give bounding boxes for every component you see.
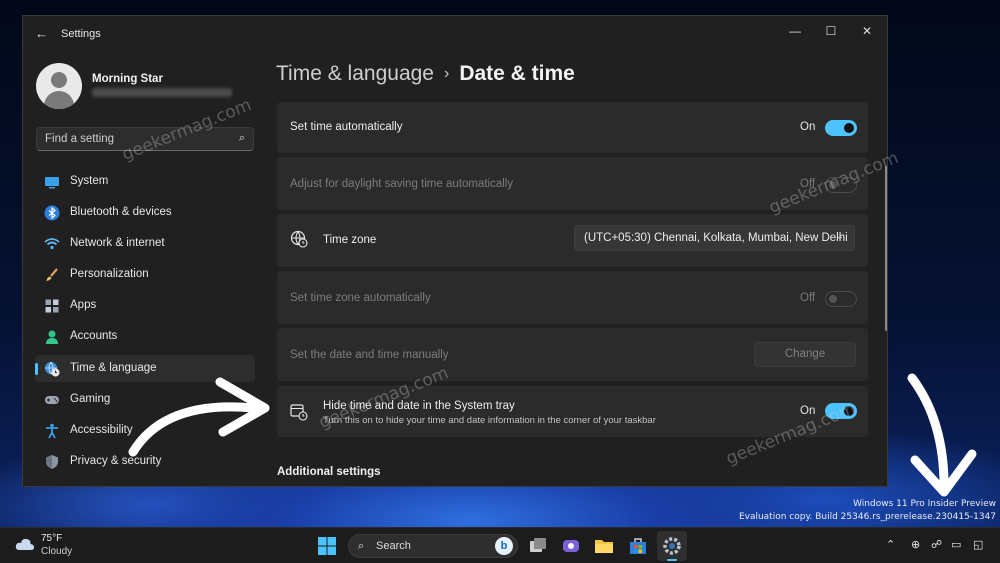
sidebar-item-bluetooth[interactable]: Bluetooth & devices bbox=[35, 199, 255, 226]
search-icon: ⌕ bbox=[238, 132, 245, 144]
sidebar-item-apps[interactable]: Apps bbox=[35, 292, 255, 319]
time-zone-card: Time zone (UTC+05:30) Chennai, Kolkata, … bbox=[277, 214, 868, 267]
wifi-icon bbox=[44, 238, 60, 250]
build-watermark: Evaluation copy. Build 25346.rs_prerelea… bbox=[738, 512, 996, 522]
search-icon: ⌕ bbox=[358, 540, 365, 552]
scrollbar[interactable] bbox=[885, 166, 887, 331]
window-title: Settings bbox=[61, 28, 101, 40]
chevron-down-icon: ⌄ bbox=[835, 231, 844, 242]
settings-taskbar-button[interactable] bbox=[657, 531, 687, 561]
taskbar-search-label: Search bbox=[376, 540, 411, 552]
sidebar-item-label: Personalization bbox=[70, 268, 149, 281]
tz-auto-toggle[interactable] bbox=[825, 291, 857, 307]
calendar-clock-icon bbox=[290, 404, 308, 421]
globe-clock-icon bbox=[290, 230, 308, 248]
back-arrow-icon[interactable]: ← bbox=[35, 26, 48, 41]
person-icon bbox=[46, 330, 58, 345]
sidebar-item-label: Gaming bbox=[70, 392, 111, 405]
cloud-icon bbox=[15, 538, 35, 550]
apps-icon bbox=[45, 299, 59, 313]
tz-auto-card: Set time zone automatically Off bbox=[277, 271, 868, 324]
bing-icon[interactable]: b bbox=[495, 537, 513, 555]
close-icon[interactable]: ✕ bbox=[849, 20, 885, 42]
accessibility-icon bbox=[46, 423, 58, 439]
sidebar-item-network[interactable]: Network & internet bbox=[35, 230, 255, 257]
setting-label: Set time zone automatically bbox=[290, 292, 431, 304]
time-zone-dropdown[interactable]: (UTC+05:30) Chennai, Kolkata, Mumbai, Ne… bbox=[574, 225, 855, 251]
user-name: Morning Star bbox=[92, 73, 163, 85]
gear-icon bbox=[663, 537, 681, 555]
setting-label: Adjust for daylight saving time automati… bbox=[290, 178, 514, 190]
additional-settings-heading: Additional settings bbox=[277, 466, 381, 478]
time-zone-value: (UTC+05:30) Chennai, Kolkata, Mumbai, Ne… bbox=[584, 232, 848, 244]
setting-label: Time zone bbox=[323, 234, 377, 246]
network-icon[interactable]: ☍ bbox=[931, 538, 942, 551]
minimize-icon[interactable]: — bbox=[777, 20, 813, 42]
globe-clock-icon bbox=[45, 361, 60, 377]
monitor-icon bbox=[45, 177, 59, 189]
maximize-icon[interactable]: ☐ bbox=[813, 20, 849, 42]
breadcrumb-parent[interactable]: Time & language bbox=[276, 62, 434, 85]
page-title: Date & time bbox=[459, 62, 575, 85]
sidebar-item-label: Accounts bbox=[70, 330, 118, 343]
chevron-up-icon[interactable]: ⌃ bbox=[886, 538, 895, 551]
bluetooth-icon bbox=[44, 205, 60, 221]
breadcrumb: Time & language › Date & time bbox=[276, 62, 575, 86]
store-icon[interactable] bbox=[627, 535, 649, 557]
annotation-arrow-icon bbox=[128, 377, 270, 457]
sidebar-item-label: System bbox=[70, 175, 109, 187]
taskbar-search[interactable]: ⌕ Search b bbox=[348, 534, 518, 558]
sidebar-item-label: Apps bbox=[70, 299, 97, 312]
brush-icon bbox=[46, 268, 58, 282]
sidebar-item-label: Accessibility bbox=[70, 423, 133, 436]
sidebar-item-label: Bluetooth & devices bbox=[70, 206, 172, 219]
notifications-icon[interactable]: ◱ bbox=[973, 538, 983, 551]
file-explorer-icon[interactable] bbox=[593, 535, 615, 557]
sidebar-item-label: Network & internet bbox=[70, 237, 165, 250]
sidebar-item-accounts[interactable]: Accounts bbox=[35, 323, 255, 350]
weather-temp: 75°F bbox=[41, 533, 63, 544]
battery-icon[interactable]: ▭ bbox=[951, 538, 961, 551]
manual-time-card: Set the date and time manually Change bbox=[277, 328, 868, 381]
toggle-state: On bbox=[800, 121, 816, 133]
gamepad-icon bbox=[45, 395, 59, 404]
task-view-icon[interactable] bbox=[527, 535, 549, 557]
avatar[interactable] bbox=[36, 63, 82, 109]
setting-description: Turn this on to hide your time and date … bbox=[323, 415, 656, 426]
toggle-state: Off bbox=[800, 292, 816, 304]
setting-label: Set time automatically bbox=[290, 121, 403, 133]
sidebar-item-system[interactable]: System bbox=[35, 168, 255, 195]
set-time-auto-card: Set time automatically On bbox=[277, 102, 868, 153]
breadcrumb-separator: › bbox=[443, 65, 450, 82]
setting-label: Set the date and time manually bbox=[290, 349, 449, 361]
shield-icon bbox=[46, 454, 58, 469]
user-email-redacted bbox=[92, 88, 232, 97]
language-icon[interactable]: ⊕ bbox=[911, 538, 920, 551]
teams-icon[interactable] bbox=[560, 535, 582, 557]
start-icon[interactable] bbox=[316, 535, 338, 557]
search-placeholder: Find a setting bbox=[45, 133, 115, 145]
weather-condition: Cloudy bbox=[41, 546, 73, 557]
set-time-auto-toggle[interactable] bbox=[825, 120, 857, 136]
taskbar: 75°F Cloudy ⌕ Search b ⌃ ⊕ ☍ ▭ ◱ bbox=[0, 527, 1000, 563]
sidebar-item-personalization[interactable]: Personalization bbox=[35, 261, 255, 288]
change-button[interactable]: Change bbox=[754, 342, 856, 367]
title-bar: ← Settings — ☐ ✕ bbox=[23, 16, 887, 52]
annotation-arrow-icon bbox=[907, 373, 977, 497]
